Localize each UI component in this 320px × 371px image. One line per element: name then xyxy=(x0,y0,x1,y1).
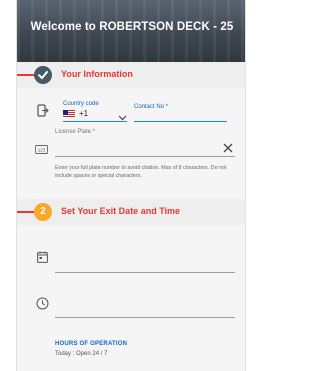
section-title: Your Information xyxy=(61,69,133,79)
section-your-information: Your Information xyxy=(17,62,245,88)
plate-icon: 123 xyxy=(35,141,48,159)
phone-forward-icon xyxy=(37,104,49,122)
header-banner: Welcome to ROBERTSON DECK - 25 xyxy=(17,0,245,62)
step-badge: 2 xyxy=(34,203,52,221)
hours-title: HOURS OF OPERATION xyxy=(55,341,128,347)
exit-date-input[interactable] xyxy=(55,272,235,273)
hours-value: Today : Open 24 / 7 xyxy=(55,351,108,357)
section-exit-date-time: 2 Set Your Exit Date and Time xyxy=(17,199,245,225)
exit-time-input[interactable] xyxy=(55,317,235,318)
clock-icon xyxy=(36,297,49,315)
contact-no-input[interactable] xyxy=(134,121,227,122)
country-code-select[interactable] xyxy=(63,121,127,122)
contact-no-label: Contact No * xyxy=(134,104,169,110)
page-title: Welcome to ROBERTSON DECK - 25 xyxy=(30,21,234,33)
section-title: Set Your Exit Date and Time xyxy=(61,206,181,216)
license-plate-label: License Plate * xyxy=(55,129,96,135)
license-plate-input[interactable] xyxy=(55,156,235,157)
us-flag-icon xyxy=(63,110,75,118)
chevron-down-icon[interactable] xyxy=(118,108,127,126)
calendar-icon xyxy=(37,250,48,268)
svg-text:123: 123 xyxy=(38,147,46,152)
country-code-label: Country code xyxy=(63,101,99,107)
license-plate-help: Enter your full plate number to avoid ci… xyxy=(55,165,227,179)
parking-form-frame: Welcome to ROBERTSON DECK - 25 Your Info… xyxy=(16,0,246,371)
check-icon xyxy=(34,66,52,84)
country-code-value[interactable]: +1 xyxy=(79,109,88,118)
